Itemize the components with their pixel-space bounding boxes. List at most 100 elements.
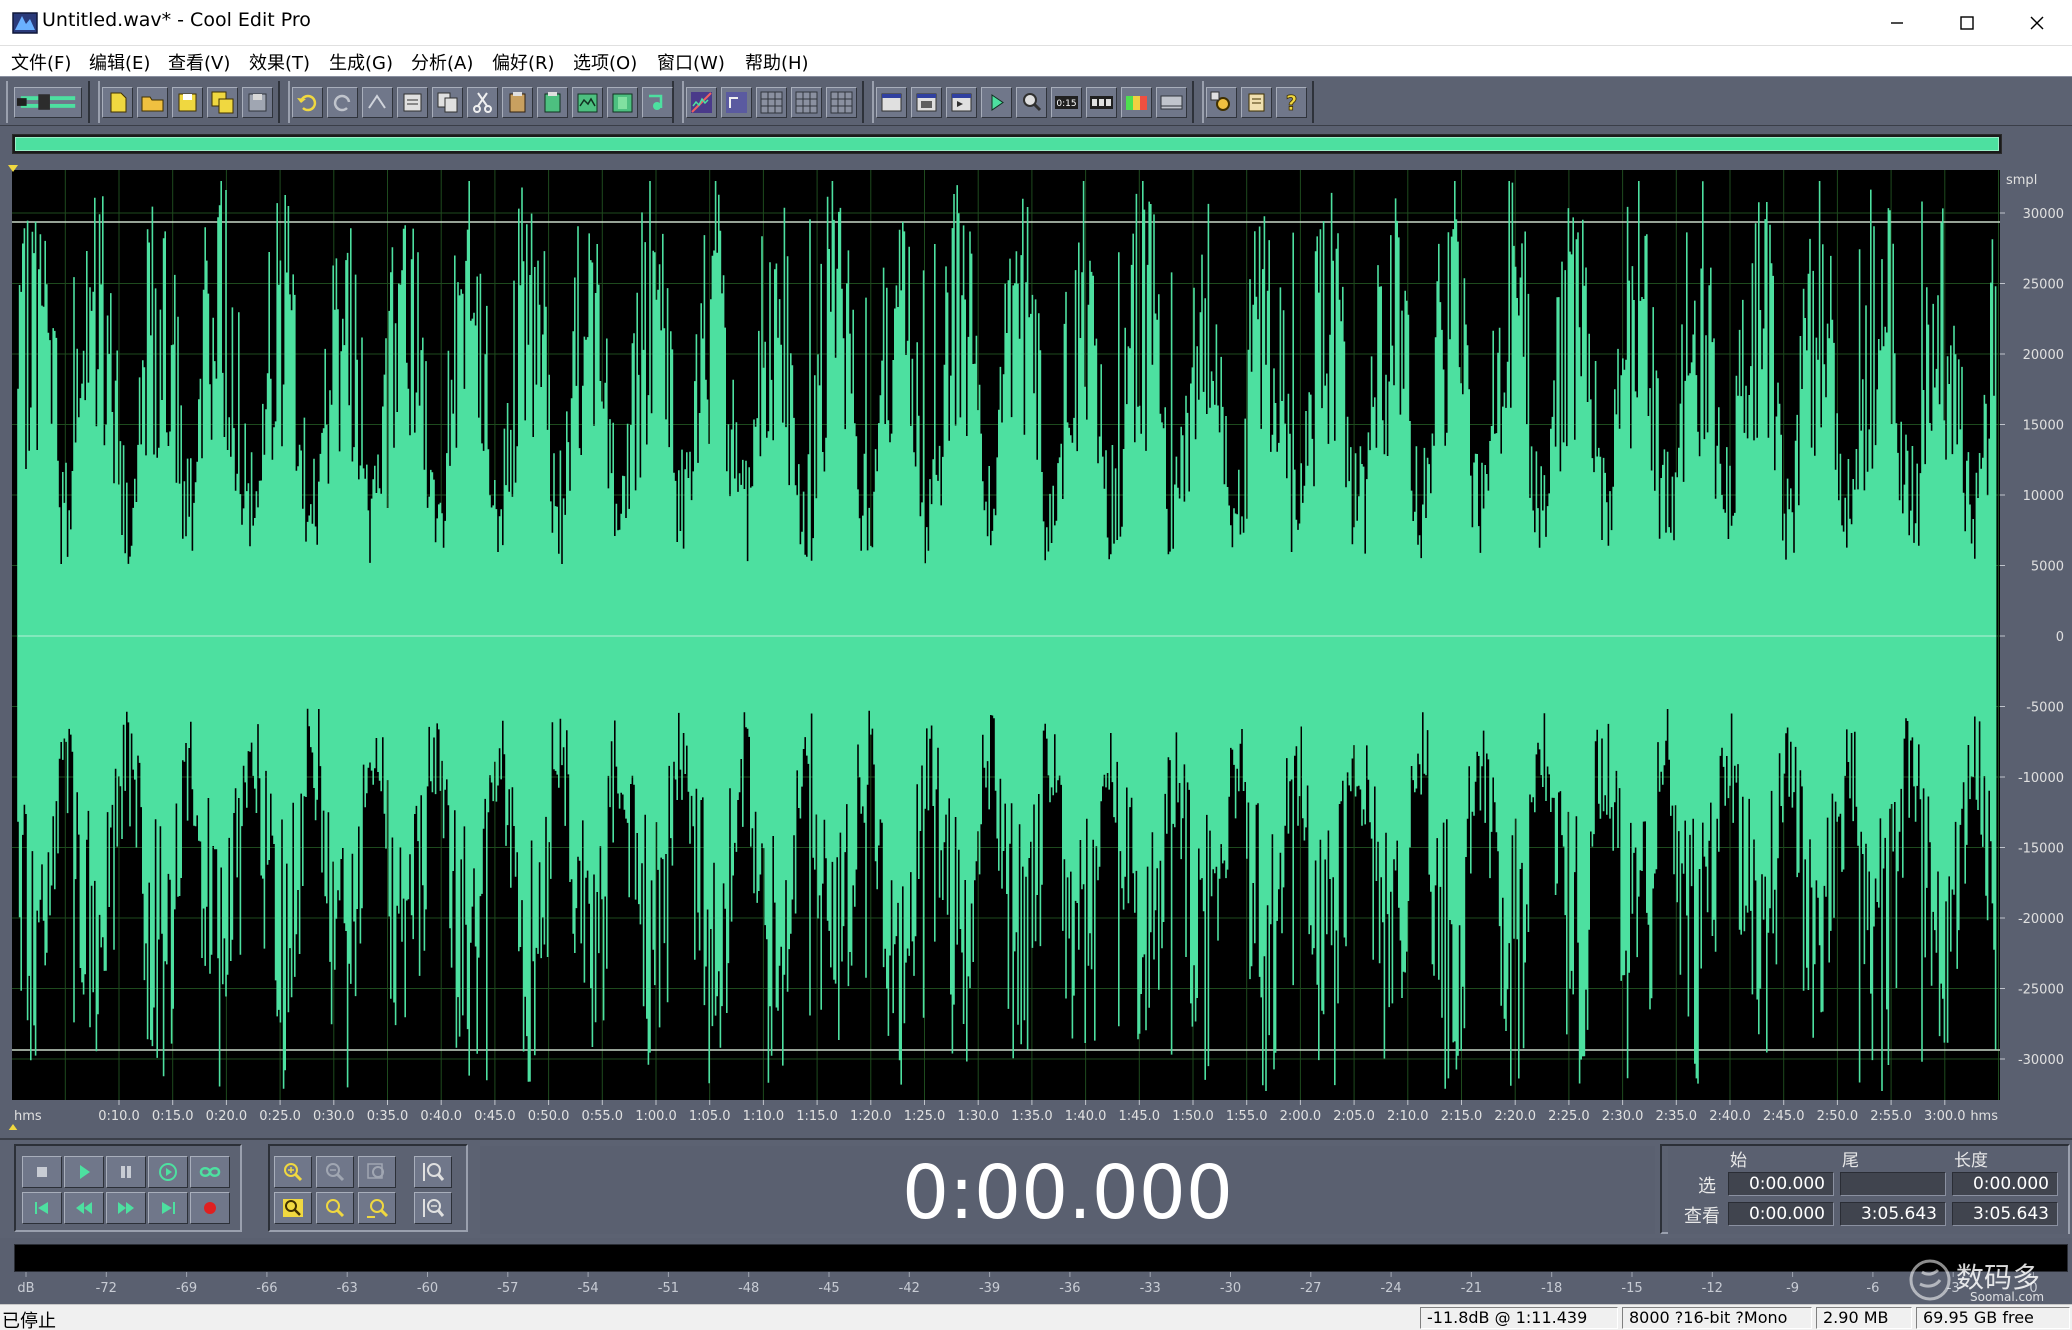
settings-button[interactable] <box>1206 87 1237 118</box>
rewind-button[interactable] <box>64 1192 104 1224</box>
level-meter-button[interactable] <box>1121 87 1152 118</box>
view-end-field[interactable]: 3:05.643 <box>1840 1202 1946 1226</box>
menu-file[interactable]: 文件(F) <box>11 49 71 75</box>
maximize-button[interactable] <box>1932 0 2002 46</box>
trim-button[interactable] <box>607 87 638 118</box>
minimize-button[interactable] <box>1862 0 1932 46</box>
zoom-selection-button[interactable] <box>358 1192 396 1224</box>
multitrack-toggle-button[interactable] <box>14 87 82 118</box>
paste-icon <box>509 92 526 113</box>
x-axis-tick-label: 0:35.0 <box>367 1109 409 1124</box>
level-meter-label: -6 <box>1866 1281 1879 1296</box>
level-meter-label: -24 <box>1380 1281 1401 1296</box>
x-axis-tick-label: 2:20.0 <box>1494 1109 1536 1124</box>
zoom-out-vertical-icon <box>423 1199 445 1217</box>
view-start-field[interactable]: 0:00.000 <box>1728 1202 1834 1226</box>
overview-track[interactable] <box>12 134 2002 154</box>
play-list-button[interactable] <box>946 87 977 118</box>
x-axis-tick-label: 0:25.0 <box>259 1109 301 1124</box>
paste-new-button[interactable] <box>537 87 568 118</box>
overview-range[interactable] <box>15 137 1999 151</box>
grid-1-button[interactable] <box>756 87 787 118</box>
menu-generate[interactable]: 生成(G) <box>329 49 393 75</box>
menu-edit[interactable]: 编辑(E) <box>89 49 150 75</box>
x-axis-tick-label: 0:30.0 <box>313 1109 355 1124</box>
menu-window[interactable]: 窗口(W) <box>657 49 725 75</box>
zoom-out-horizontal-button[interactable] <box>316 1156 354 1188</box>
goto-end-button[interactable] <box>148 1192 188 1224</box>
close-button[interactable] <box>2002 0 2072 46</box>
status-button[interactable] <box>1156 87 1187 118</box>
zoom-in-left-button[interactable] <box>274 1192 312 1224</box>
copy-button[interactable] <box>432 87 463 118</box>
script-button[interactable] <box>1241 87 1272 118</box>
spectral-display-icon <box>726 92 747 113</box>
level-meter-label: -21 <box>1461 1281 1482 1296</box>
paste-button[interactable] <box>502 87 533 118</box>
y-axis-tick-label: -15000 <box>2018 842 2064 857</box>
mix-paste-button[interactable] <box>572 87 603 118</box>
zoom-full-button[interactable] <box>358 1156 396 1188</box>
zoom-icon <box>1023 93 1042 112</box>
menu-view[interactable]: 查看(V) <box>168 49 230 75</box>
wave-display-button[interactable] <box>686 87 717 118</box>
zoom-in-vertical-button[interactable] <box>414 1156 452 1188</box>
save-button[interactable] <box>172 87 203 118</box>
help-button[interactable]: ? <box>1276 87 1307 118</box>
y-axis-tick-label: 5000 <box>2031 560 2064 575</box>
cool-edit-pro-window: Untitled.wav* - Cool Edit Pro 文件(F) 编辑(E… <box>0 0 2072 1330</box>
grid-3-button[interactable] <box>826 87 857 118</box>
play-to-end-button[interactable] <box>642 87 673 118</box>
waveform-area[interactable]: smpl 30000 25000 20000 15000 10000 5000 0 -5000 -… <box>0 162 2072 1130</box>
view-length-field[interactable]: 3:05.643 <box>1952 1202 2058 1226</box>
play-icon <box>991 94 1004 111</box>
menu-options[interactable]: 选项(O) <box>573 49 637 75</box>
x-axis-tick-label: 1:50.0 <box>1172 1109 1214 1124</box>
menu-analyze[interactable]: 分析(A) <box>411 49 473 75</box>
menu-help[interactable]: 帮助(H) <box>745 49 809 75</box>
time-icon: 0:15 <box>1055 96 1078 109</box>
y-axis-unit: smpl <box>2006 173 2037 188</box>
select-end-field[interactable] <box>1840 1172 1946 1196</box>
stop-button[interactable] <box>22 1156 62 1188</box>
pause-button[interactable] <box>106 1156 146 1188</box>
fast-forward-button[interactable] <box>106 1192 146 1224</box>
cut-button[interactable] <box>467 87 498 118</box>
cue-list-button[interactable] <box>911 87 942 118</box>
save-all-button[interactable] <box>242 87 273 118</box>
overview-bar[interactable] <box>0 126 2072 162</box>
redo-button[interactable] <box>327 87 358 118</box>
level-meter-label: -42 <box>899 1281 920 1296</box>
play-to-end-transport-button[interactable] <box>148 1156 188 1188</box>
repeat-button[interactable] <box>362 87 393 118</box>
toolbar-group-view <box>682 81 864 123</box>
select-start-field[interactable]: 0:00.000 <box>1728 1172 1834 1196</box>
record-button[interactable] <box>190 1192 230 1224</box>
undo-button[interactable] <box>292 87 323 118</box>
info-button[interactable] <box>876 87 907 118</box>
zoom-button-tb[interactable] <box>1016 87 1047 118</box>
goto-start-button[interactable] <box>22 1192 62 1224</box>
help-icon: ? <box>1285 91 1297 116</box>
zoom-full-icon <box>367 1163 384 1179</box>
zoom-in-right-button[interactable] <box>316 1192 354 1224</box>
time-button[interactable]: 0:15 <box>1051 87 1082 118</box>
waveform-display[interactable]: smpl 30000 25000 20000 15000 10000 5000 0 -5000 -… <box>0 162 2072 1130</box>
new-file-button[interactable] <box>102 87 133 118</box>
menu-effects[interactable]: 效果(T) <box>249 49 310 75</box>
loop-button[interactable] <box>190 1156 230 1188</box>
open-file-button[interactable] <box>137 87 168 118</box>
zoom-in-horizontal-button[interactable] <box>274 1156 312 1188</box>
copy-new-button[interactable] <box>397 87 428 118</box>
transport-button[interactable] <box>1086 87 1117 118</box>
play-button-tb[interactable] <box>981 87 1012 118</box>
save-as-button[interactable] <box>207 87 238 118</box>
grid-2-button[interactable] <box>791 87 822 118</box>
spectral-display-button[interactable] <box>721 87 752 118</box>
level-meter-label: -30 <box>1220 1281 1241 1296</box>
watermark-url: Soomal.com <box>1970 1290 2045 1304</box>
zoom-out-vertical-button[interactable] <box>414 1192 452 1224</box>
play-button[interactable] <box>64 1156 104 1188</box>
select-length-field[interactable]: 0:00.000 <box>1952 1172 2058 1196</box>
menu-favorites[interactable]: 偏好(R) <box>492 49 555 75</box>
